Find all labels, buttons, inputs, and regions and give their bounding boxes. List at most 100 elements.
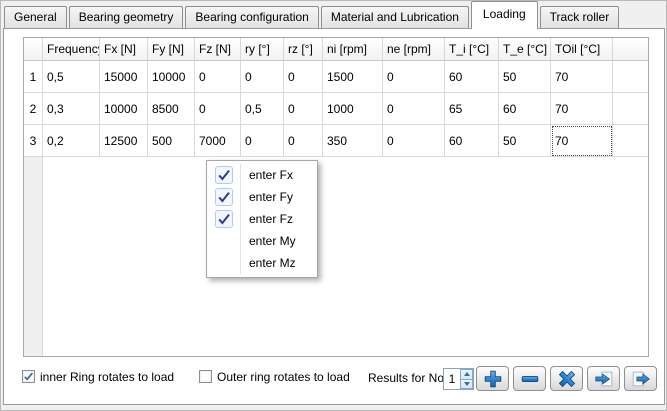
table-cell[interactable]: 8500 <box>148 93 195 125</box>
table-row: 10,5150001000000015000605070 <box>24 61 648 93</box>
outer-ring-checkbox-label: Outer ring rotates to load <box>217 370 350 384</box>
menu-item-label: enter My <box>241 234 296 248</box>
table-cell[interactable]: 1500 <box>323 61 383 93</box>
loading-table: FrequencyFx [N]Fy [N]Fz [N]ry [°]rz [°]n… <box>23 37 649 357</box>
menu-check-icon <box>215 166 233 184</box>
table-cell[interactable]: 0 <box>383 93 445 125</box>
menu-check-icon <box>215 210 233 228</box>
remove-row-button[interactable] <box>513 366 546 391</box>
table-cell[interactable]: 0 <box>284 93 323 125</box>
table-cell[interactable]: 60 <box>445 61 499 93</box>
table-cell[interactable]: 10000 <box>100 93 148 125</box>
table-cell[interactable]: 0 <box>241 61 284 93</box>
table-corner-cell <box>24 38 43 61</box>
table-cell[interactable]: 65 <box>445 93 499 125</box>
table-cell[interactable]: 1000 <box>323 93 383 125</box>
menu-item-enter-mz[interactable]: enter Mz <box>208 252 316 274</box>
chevron-down-icon <box>464 382 470 386</box>
tab-bearing-configuration[interactable]: Bearing configuration <box>185 6 318 28</box>
table-cell[interactable]: 0 <box>383 61 445 93</box>
tab-loading[interactable]: Loading <box>471 1 538 30</box>
delete-all-button[interactable] <box>550 366 583 391</box>
menu-check-gutter <box>208 186 241 208</box>
import-row-button[interactable] <box>587 366 620 391</box>
table-cell[interactable]: 0 <box>195 93 241 125</box>
spin-down-button[interactable] <box>460 380 473 390</box>
menu-item-label: enter Fx <box>241 168 293 182</box>
table-cell[interactable]: 60 <box>499 93 551 125</box>
table-header-row: FrequencyFx [N]Fy [N]Fz [N]ry [°]rz [°]n… <box>24 38 648 61</box>
outer-ring-checkbox[interactable] <box>199 370 212 383</box>
tab-general[interactable]: General <box>4 6 67 28</box>
menu-item-enter-fy[interactable]: enter Fy <box>208 186 316 208</box>
table-empty-area <box>24 157 648 356</box>
table-cell[interactable]: 12500 <box>100 125 148 157</box>
add-row-button[interactable] <box>476 366 509 391</box>
spin-up-button[interactable] <box>460 369 473 380</box>
menu-item-label: enter Fy <box>241 190 293 204</box>
inner-ring-checkbox[interactable] <box>22 370 35 383</box>
table-cell[interactable]: 0,5 <box>43 61 100 93</box>
table-cell[interactable]: 350 <box>323 125 383 157</box>
results-for-no-label: Results for No <box>368 371 444 385</box>
tab-bearing-geometry[interactable]: Bearing geometry <box>69 6 184 28</box>
table-cell[interactable]: 0,3 <box>43 93 100 125</box>
checkbox-icon <box>199 370 212 383</box>
table-cell[interactable]: 50 <box>499 61 551 93</box>
results-number-spinner <box>443 368 474 390</box>
table-row: 30,2125005007000003500605070 <box>24 125 648 157</box>
row-filler <box>613 61 648 93</box>
table-cell[interactable]: 70 <box>551 125 613 157</box>
tab-bar: GeneralBearing geometryBearing configura… <box>4 3 621 28</box>
table-cell[interactable]: 0 <box>383 125 445 157</box>
table-cell[interactable]: 0 <box>284 61 323 93</box>
table-cell[interactable]: 60 <box>445 125 499 157</box>
table-cell[interactable]: 0,5 <box>241 93 284 125</box>
menu-check-gutter <box>208 208 241 230</box>
row-filler <box>613 125 648 157</box>
spinner-buttons <box>460 369 473 389</box>
table-cell[interactable]: 50 <box>499 125 551 157</box>
header-filler <box>613 38 648 61</box>
menu-check-gutter <box>208 252 241 274</box>
menu-item-enter-my[interactable]: enter My <box>208 230 316 252</box>
column-header-ry: ry [°] <box>241 38 284 61</box>
menu-item-label: enter Mz <box>241 256 296 270</box>
row-number-strip <box>24 157 43 356</box>
row-number[interactable]: 3 <box>24 125 43 157</box>
table-cell[interactable]: 0 <box>284 125 323 157</box>
row-number[interactable]: 2 <box>24 93 43 125</box>
empty-filler[interactable] <box>43 157 648 356</box>
menu-check-gutter <box>208 230 241 252</box>
table-cell[interactable]: 70 <box>551 93 613 125</box>
arrow-into-box-icon <box>593 368 615 390</box>
column-header-fx-n: Fx [N] <box>100 38 148 61</box>
column-header-ne-rpm: ne [rpm] <box>383 38 445 61</box>
table-cell[interactable]: 0 <box>241 125 284 157</box>
tab-material-and-lubrication[interactable]: Material and Lubrication <box>321 6 469 28</box>
table-cell[interactable]: 0 <box>195 61 241 93</box>
plus-icon <box>482 368 504 390</box>
column-header-fy-n: Fy [N] <box>148 38 195 61</box>
minus-icon <box>519 368 541 390</box>
tab-track-roller[interactable]: Track roller <box>540 6 620 28</box>
results-number-input[interactable] <box>444 369 460 389</box>
menu-item-enter-fz[interactable]: enter Fz <box>208 208 316 230</box>
row-filler <box>613 93 648 125</box>
column-header-frequency: Frequency <box>43 38 100 61</box>
menu-check-icon <box>215 188 233 206</box>
menu-check-gutter <box>208 164 241 186</box>
table-cell[interactable]: 7000 <box>195 125 241 157</box>
table-cell[interactable]: 70 <box>551 61 613 93</box>
arrow-out-of-box-icon <box>630 368 652 390</box>
export-row-button[interactable] <box>624 366 657 391</box>
table-cell[interactable]: 500 <box>148 125 195 157</box>
row-number[interactable]: 1 <box>24 61 43 93</box>
table-cell[interactable]: 15000 <box>100 61 148 93</box>
table-cell[interactable]: 0,2 <box>43 125 100 157</box>
table-row: 20,310000850000,5010000656070 <box>24 93 648 125</box>
menu-item-enter-fx[interactable]: enter Fx <box>208 164 316 186</box>
loading-tab-panel: FrequencyFx [N]Fy [N]Fz [N]ry [°]rz [°]n… <box>3 28 665 405</box>
column-header-fz-n: Fz [N] <box>195 38 241 61</box>
table-cell[interactable]: 10000 <box>148 61 195 93</box>
